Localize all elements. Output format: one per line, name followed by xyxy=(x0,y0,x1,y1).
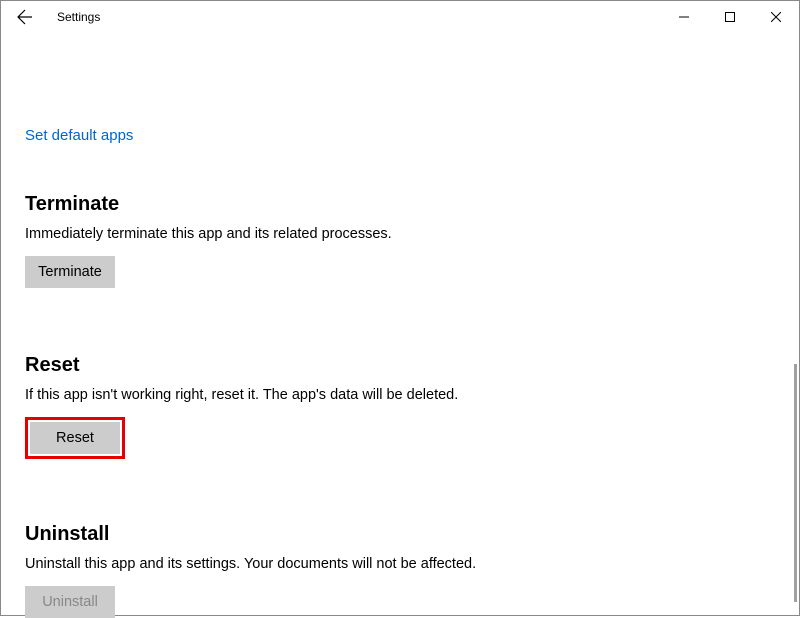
close-icon xyxy=(771,12,781,22)
window-title: Settings xyxy=(57,10,100,24)
reset-title: Reset xyxy=(25,354,775,377)
reset-button-highlight: Reset xyxy=(25,417,125,459)
minimize-icon xyxy=(679,12,689,22)
uninstall-title: Uninstall xyxy=(25,523,775,546)
uninstall-section: Uninstall Uninstall this app and its set… xyxy=(25,523,775,618)
titlebar: Settings xyxy=(1,1,799,33)
arrow-left-icon xyxy=(17,9,33,25)
maximize-button[interactable] xyxy=(707,1,753,33)
back-button[interactable] xyxy=(9,1,41,33)
terminate-title: Terminate xyxy=(25,193,775,216)
close-button[interactable] xyxy=(753,1,799,33)
window-controls xyxy=(661,1,799,33)
reset-description: If this app isn't working right, reset i… xyxy=(25,387,775,403)
maximize-icon xyxy=(725,12,735,22)
uninstall-button[interactable]: Uninstall xyxy=(25,586,115,618)
terminate-button[interactable]: Terminate xyxy=(25,256,115,288)
set-default-apps-link[interactable]: Set default apps xyxy=(25,127,133,144)
terminate-section: Terminate Immediately terminate this app… xyxy=(25,193,775,288)
uninstall-description: Uninstall this app and its settings. You… xyxy=(25,556,775,572)
minimize-button[interactable] xyxy=(661,1,707,33)
scrollbar-thumb[interactable] xyxy=(794,364,797,602)
content-area: Set default apps Terminate Immediately t… xyxy=(1,33,799,618)
reset-button[interactable]: Reset xyxy=(30,422,120,454)
terminate-description: Immediately terminate this app and its r… xyxy=(25,226,775,242)
reset-section: Reset If this app isn't working right, r… xyxy=(25,354,775,459)
